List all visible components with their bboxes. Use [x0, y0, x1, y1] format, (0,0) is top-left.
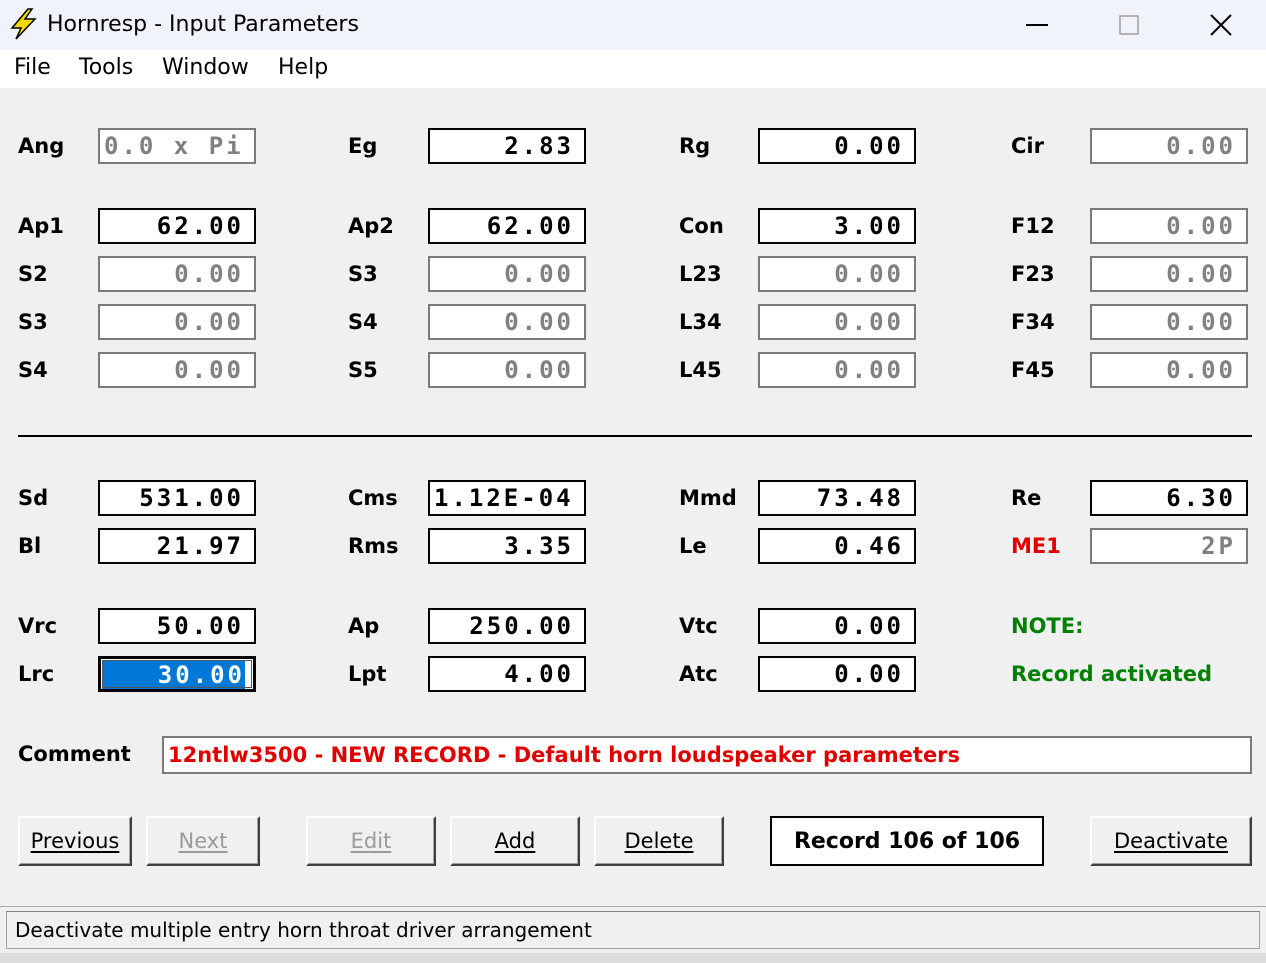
- lrc-field[interactable]: 30.00: [98, 656, 256, 692]
- f34-label: F34: [1011, 310, 1055, 334]
- close-button[interactable]: [1175, 0, 1266, 50]
- deactivate-button[interactable]: Deactivate: [1090, 816, 1252, 866]
- f12-field[interactable]: 0.00: [1090, 208, 1248, 244]
- menu-help[interactable]: Help: [278, 55, 328, 80]
- f45-label: F45: [1011, 358, 1055, 382]
- ap1-label: Ap1: [18, 214, 64, 238]
- minimize-icon: [1026, 24, 1048, 26]
- l34-label: L34: [679, 310, 722, 334]
- ang-field[interactable]: 0.0 x Pi: [98, 128, 256, 164]
- menu-window[interactable]: Window: [162, 55, 249, 80]
- vtc-label: Vtc: [679, 614, 718, 638]
- f23-label: F23: [1011, 262, 1055, 286]
- ap2-label: Ap2: [348, 214, 394, 238]
- menu-file[interactable]: File: [14, 55, 51, 80]
- re-label: Re: [1011, 486, 1042, 510]
- mmd-field[interactable]: 73.48: [758, 480, 916, 516]
- con-label: Con: [679, 214, 724, 238]
- me1-label: ME1: [1011, 534, 1061, 558]
- rg-label: Rg: [679, 134, 711, 158]
- rg-field[interactable]: 0.00: [758, 128, 916, 164]
- l23-field[interactable]: 0.00: [758, 256, 916, 292]
- s5-field[interactable]: 0.00: [428, 352, 586, 388]
- status-separator: [0, 906, 1266, 907]
- mmd-label: Mmd: [679, 486, 737, 510]
- window-bottom-edge: [0, 953, 1266, 963]
- vrc-field[interactable]: 50.00: [98, 608, 256, 644]
- bl-field[interactable]: 21.97: [98, 528, 256, 564]
- comment-label: Comment: [18, 742, 131, 766]
- next-button[interactable]: Next: [146, 816, 260, 866]
- ap-field[interactable]: 250.00: [428, 608, 586, 644]
- l45-label: L45: [679, 358, 722, 382]
- s4-field[interactable]: 0.00: [98, 352, 256, 388]
- con-field[interactable]: 3.00: [758, 208, 916, 244]
- eg-field[interactable]: 2.83: [428, 128, 586, 164]
- minimize-button[interactable]: [991, 0, 1083, 50]
- note-heading: NOTE:: [1011, 614, 1084, 638]
- comment-field[interactable]: 12ntlw3500 - NEW RECORD - Default horn l…: [162, 736, 1252, 774]
- delete-button[interactable]: Delete: [594, 816, 724, 866]
- s3-label: S3: [18, 310, 48, 334]
- s4-label-row3: S4: [348, 310, 378, 334]
- s3-label-row2: S3: [348, 262, 378, 286]
- ang-label: Ang: [18, 134, 65, 158]
- ap1-field[interactable]: 62.00: [98, 208, 256, 244]
- lightning-icon: [10, 8, 37, 40]
- add-button[interactable]: Add: [450, 816, 580, 866]
- s2-label: S2: [18, 262, 48, 286]
- cir-field[interactable]: 0.00: [1090, 128, 1248, 164]
- bl-label: Bl: [18, 534, 42, 558]
- cms-label: Cms: [348, 486, 398, 510]
- l45-field[interactable]: 0.00: [758, 352, 916, 388]
- l23-label: L23: [679, 262, 722, 286]
- f12-label: F12: [1011, 214, 1055, 238]
- lpt-label: Lpt: [348, 662, 387, 686]
- atc-label: Atc: [679, 662, 718, 686]
- s4-label: S4: [18, 358, 48, 382]
- window-title: Hornresp - Input Parameters: [47, 12, 359, 37]
- ap2-field[interactable]: 62.00: [428, 208, 586, 244]
- edit-button[interactable]: Edit: [306, 816, 436, 866]
- f23-field[interactable]: 0.00: [1090, 256, 1248, 292]
- lrc-selected-text: 30.00: [101, 661, 245, 689]
- close-icon: [1210, 14, 1232, 36]
- cir-label: Cir: [1011, 134, 1044, 158]
- ap-label: Ap: [348, 614, 380, 638]
- eg-label: Eg: [348, 134, 378, 158]
- title-bar: Hornresp - Input Parameters: [0, 0, 1266, 50]
- maximize-button[interactable]: [1083, 0, 1175, 50]
- rms-field[interactable]: 3.35: [428, 528, 586, 564]
- l34-field[interactable]: 0.00: [758, 304, 916, 340]
- f34-field[interactable]: 0.00: [1090, 304, 1248, 340]
- rms-label: Rms: [348, 534, 399, 558]
- cms-field[interactable]: 1.12E-04: [428, 480, 586, 516]
- atc-field[interactable]: 0.00: [758, 656, 916, 692]
- s3-field-row2[interactable]: 0.00: [428, 256, 586, 292]
- section-divider: [18, 435, 1252, 437]
- le-field[interactable]: 0.46: [758, 528, 916, 564]
- s4-field-row3[interactable]: 0.00: [428, 304, 586, 340]
- s3-field[interactable]: 0.00: [98, 304, 256, 340]
- s2-field[interactable]: 0.00: [98, 256, 256, 292]
- status-bar: Deactivate multiple entry horn throat dr…: [6, 911, 1260, 949]
- re-field[interactable]: 6.30: [1090, 480, 1248, 516]
- f45-field[interactable]: 0.00: [1090, 352, 1248, 388]
- maximize-icon: [1119, 15, 1139, 35]
- menu-tools[interactable]: Tools: [79, 55, 133, 80]
- lrc-label: Lrc: [18, 662, 55, 686]
- note-text: Record activated: [1011, 662, 1213, 686]
- s5-label: S5: [348, 358, 378, 382]
- vrc-label: Vrc: [18, 614, 58, 638]
- sd-label: Sd: [18, 486, 49, 510]
- menu-bar: File Tools Window Help: [0, 50, 1266, 88]
- sd-field[interactable]: 531.00: [98, 480, 256, 516]
- vtc-field[interactable]: 0.00: [758, 608, 916, 644]
- record-status: Record 106 of 106: [770, 816, 1044, 866]
- lpt-field[interactable]: 4.00: [428, 656, 586, 692]
- le-label: Le: [679, 534, 707, 558]
- me1-field[interactable]: 2P: [1090, 528, 1248, 564]
- previous-button[interactable]: Previous: [18, 816, 132, 866]
